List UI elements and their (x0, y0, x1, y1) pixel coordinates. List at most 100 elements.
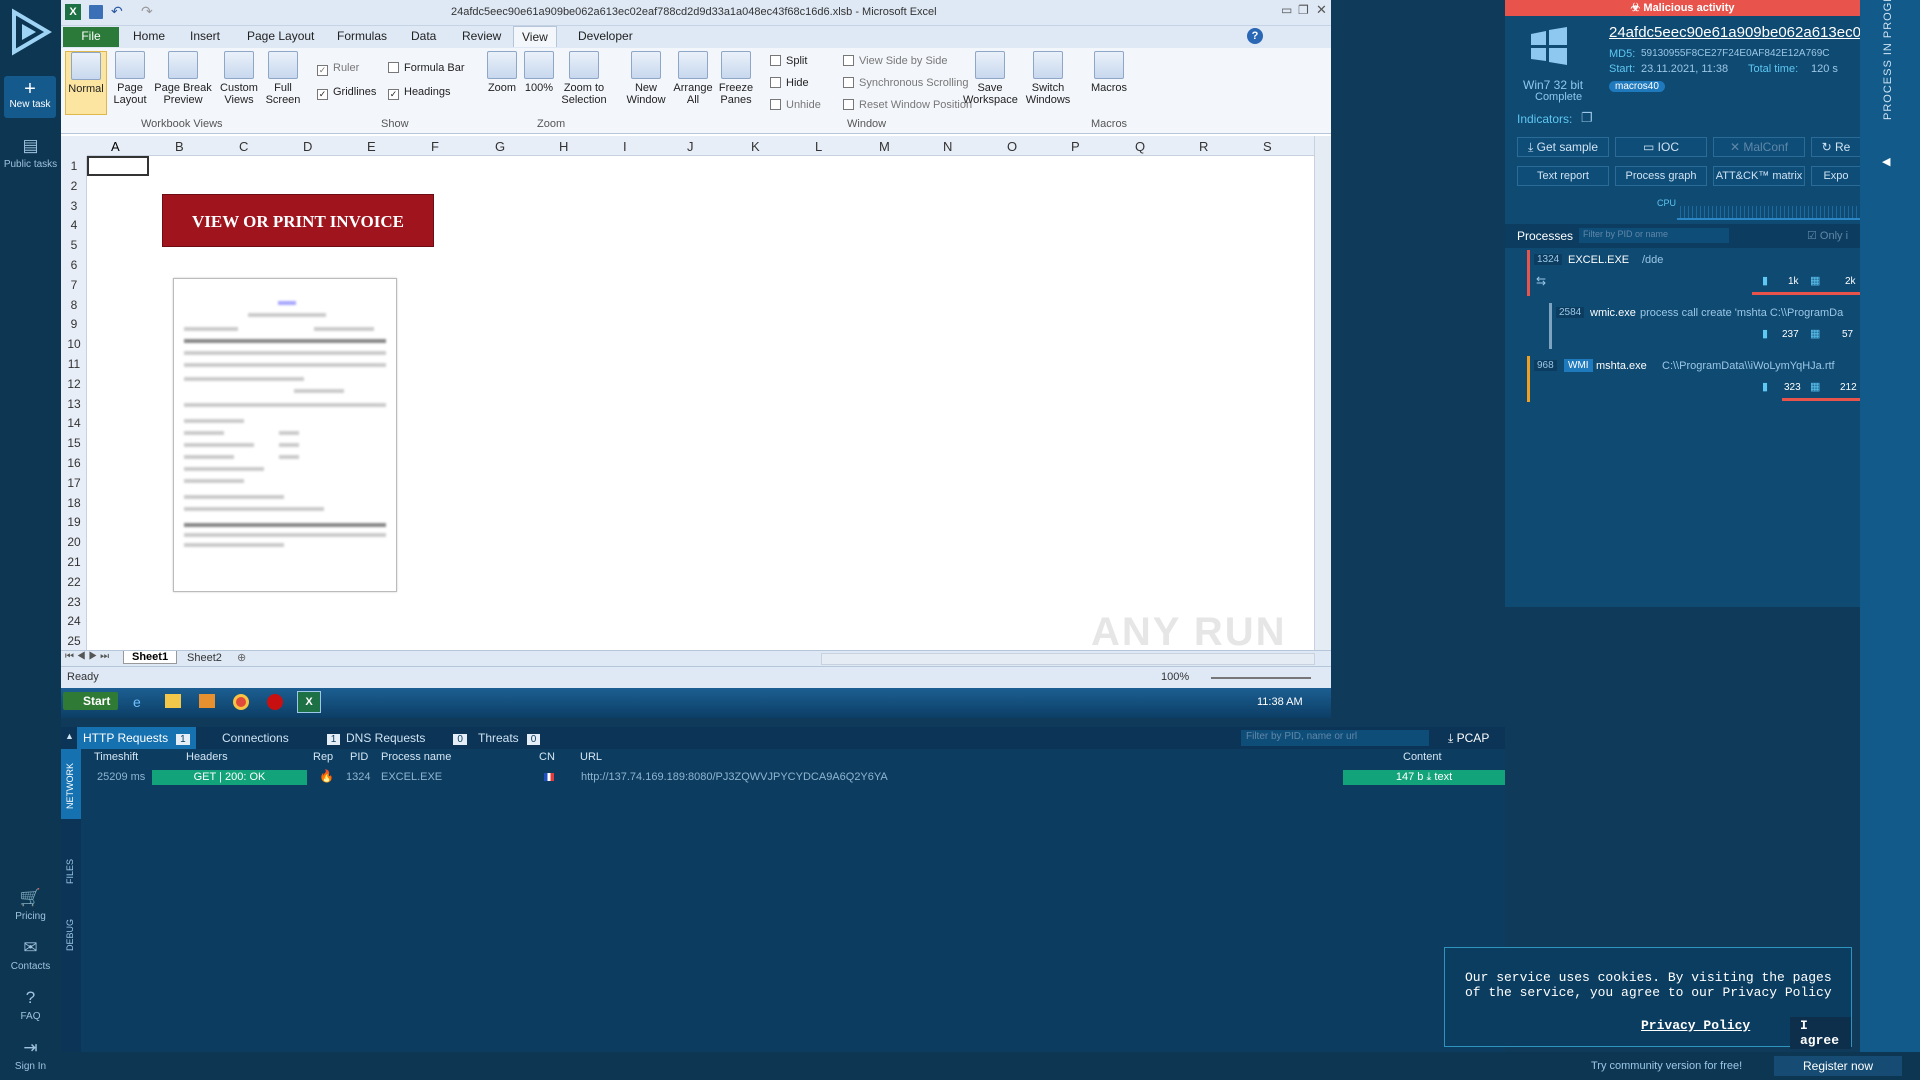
pcap-button[interactable]: ⤓ PCAP (1448, 731, 1489, 746)
selected-cell-a1[interactable] (87, 156, 149, 176)
row-header[interactable]: 19 (61, 515, 87, 529)
row-header[interactable]: 4 (61, 218, 87, 232)
row-header[interactable]: 5 (61, 238, 87, 252)
start-button[interactable]: Start (63, 692, 119, 710)
column-header[interactable]: L (815, 139, 822, 154)
sheet-nav-icon[interactable]: ⏮ ◀ ▶ ⏭ (65, 651, 109, 662)
headings-checkbox[interactable]: ✓ Headings (388, 86, 450, 100)
normal-view-button[interactable]: Normal (65, 51, 107, 115)
unhide-button[interactable]: Unhide (770, 99, 821, 111)
row-header[interactable]: 7 (61, 278, 87, 292)
row-header[interactable]: 6 (61, 258, 87, 272)
column-header[interactable]: E (367, 139, 376, 154)
sample-hash[interactable]: 24afdc5eec90e61a909be062a613ec0... (1609, 24, 1873, 41)
new-task-button[interactable]: + New task (4, 76, 56, 118)
column-header[interactable]: N (943, 139, 952, 154)
column-header[interactable]: K (751, 139, 760, 154)
sheet-tab-sheet2[interactable]: Sheet2 (181, 652, 228, 664)
get-sample-button[interactable]: ⤓ Get sample (1517, 137, 1609, 157)
row-header[interactable]: 1 (61, 159, 87, 173)
restore-icon[interactable]: ❐ (1298, 3, 1309, 17)
zoom-button[interactable]: Zoom (485, 51, 519, 94)
row-header[interactable]: 14 (61, 416, 87, 430)
insert-sheet-icon[interactable]: ⊕ (237, 651, 246, 664)
page-layout-button[interactable]: Page Layout (109, 51, 151, 106)
row-header[interactable]: 13 (61, 397, 87, 411)
row-header[interactable]: 17 (61, 476, 87, 490)
minimize-icon[interactable]: ▭ (1281, 3, 1292, 17)
gridlines-checkbox[interactable]: ✓ Gridlines (317, 86, 376, 100)
process-row-mshta[interactable]: 968 WMI mshta.exe C:\\ProgramData\\iWoLy… (1527, 356, 1863, 402)
save-icon[interactable] (89, 5, 103, 19)
custom-views-button[interactable]: Custom Views (217, 51, 261, 106)
column-header[interactable]: A (111, 139, 120, 154)
row-header[interactable]: 9 (61, 317, 87, 331)
select-all-corner[interactable] (61, 136, 87, 156)
row-header[interactable]: 20 (61, 535, 87, 549)
column-header[interactable]: R (1199, 139, 1208, 154)
tab-http-requests[interactable]: HTTP Requests 1 (77, 727, 196, 749)
switch-windows-button[interactable]: Switch Windows (1021, 51, 1075, 106)
full-screen-button[interactable]: Full Screen (263, 51, 303, 106)
freeze-panes-button[interactable]: Freeze Panes (715, 51, 757, 106)
column-header[interactable]: J (687, 139, 694, 154)
content-badge[interactable]: 147 b ⤓ text (1343, 770, 1505, 785)
export-button[interactable]: Expo (1811, 166, 1860, 186)
register-now-button[interactable]: Register now (1774, 1056, 1902, 1076)
column-header[interactable]: P (1071, 139, 1080, 154)
network-filter-input[interactable]: Filter by PID, name or url (1241, 730, 1429, 746)
collapse-panel-icon[interactable]: ▲ (65, 731, 74, 741)
row-header[interactable]: 23 (61, 595, 87, 609)
sign-in-link[interactable]: ⇥ Sign In (0, 1038, 61, 1072)
zoom-slider[interactable] (1211, 677, 1311, 679)
sheet-tab-sheet1[interactable]: Sheet1 (123, 651, 178, 664)
explorer-icon[interactable] (165, 694, 181, 708)
tab-file[interactable]: File (63, 27, 119, 47)
page-break-preview-button[interactable]: Page Break Preview (153, 51, 213, 106)
view-print-invoice-button[interactable]: VIEW OR PRINT INVOICE (162, 194, 434, 247)
contacts-link[interactable]: ✉ Contacts (0, 938, 61, 972)
sync-scroll-button[interactable]: Synchronous Scrolling (843, 77, 968, 89)
tab-dns-requests[interactable]: DNS Requests 0 (346, 731, 467, 745)
column-header[interactable]: O (1007, 139, 1017, 154)
chrome-icon[interactable] (233, 694, 249, 710)
row-header[interactable]: 8 (61, 298, 87, 312)
split-button[interactable]: Split (770, 55, 807, 67)
tab-home[interactable]: Home (133, 29, 165, 43)
tab-developer[interactable]: Developer (578, 29, 633, 43)
row-header[interactable]: 25 (61, 634, 87, 648)
ie-icon[interactable]: e (133, 694, 141, 710)
collapse-arrow-icon[interactable]: ◀ (1882, 155, 1890, 168)
row-header[interactable]: 24 (61, 614, 87, 628)
close-icon[interactable]: ✕ (1316, 2, 1327, 18)
column-header[interactable]: H (559, 139, 568, 154)
row-header[interactable]: 11 (61, 357, 87, 371)
help-icon[interactable]: ? (1247, 28, 1263, 44)
macros-button[interactable]: Macros (1089, 51, 1129, 94)
zoom-100-button[interactable]: 100% (522, 51, 556, 94)
side-by-side-button[interactable]: View Side by Side (843, 55, 947, 67)
side-tab-files[interactable]: FILES (65, 859, 75, 884)
column-header[interactable]: D (303, 139, 312, 154)
ruler-checkbox[interactable]: ✓ Ruler (317, 62, 359, 76)
indicator-file-icon[interactable]: ❐ (1581, 110, 1593, 126)
public-tasks-link[interactable]: ▤ Public tasks (0, 136, 61, 170)
tab-threats[interactable]: Threats 0 (478, 731, 541, 745)
privacy-policy-link[interactable]: Privacy Policy (1641, 1018, 1750, 1033)
vertical-scrollbar[interactable] (1314, 136, 1331, 650)
process-row-wmic[interactable]: 2584 wmic.exe process call create 'mshta… (1549, 303, 1860, 349)
new-window-button[interactable]: New Window (623, 51, 669, 106)
i-agree-button[interactable]: I agree (1790, 1017, 1851, 1049)
hide-button[interactable]: Hide (770, 77, 809, 89)
pricing-link[interactable]: 🛒 Pricing (0, 888, 61, 922)
process-graph-button[interactable]: Process graph (1615, 166, 1707, 186)
side-tab-debug[interactable]: DEBUG (65, 919, 75, 951)
attack-matrix-button[interactable]: ATT&CK™ matrix (1713, 166, 1805, 186)
process-in-progress-sidebar[interactable]: PROCESS IN PROGRESS ◀ (1860, 0, 1920, 1080)
column-header[interactable]: Q (1135, 139, 1145, 154)
tab-review[interactable]: Review (462, 29, 501, 43)
zoom-selection-button[interactable]: Zoom to Selection (559, 51, 609, 106)
tab-page-layout[interactable]: Page Layout (247, 29, 314, 43)
undo-icon[interactable]: ↶ (111, 3, 123, 20)
process-row-excel[interactable]: 1324 EXCEL.EXE /dde ⇆ ▮ 1k ▦ 2k (1527, 250, 1863, 296)
